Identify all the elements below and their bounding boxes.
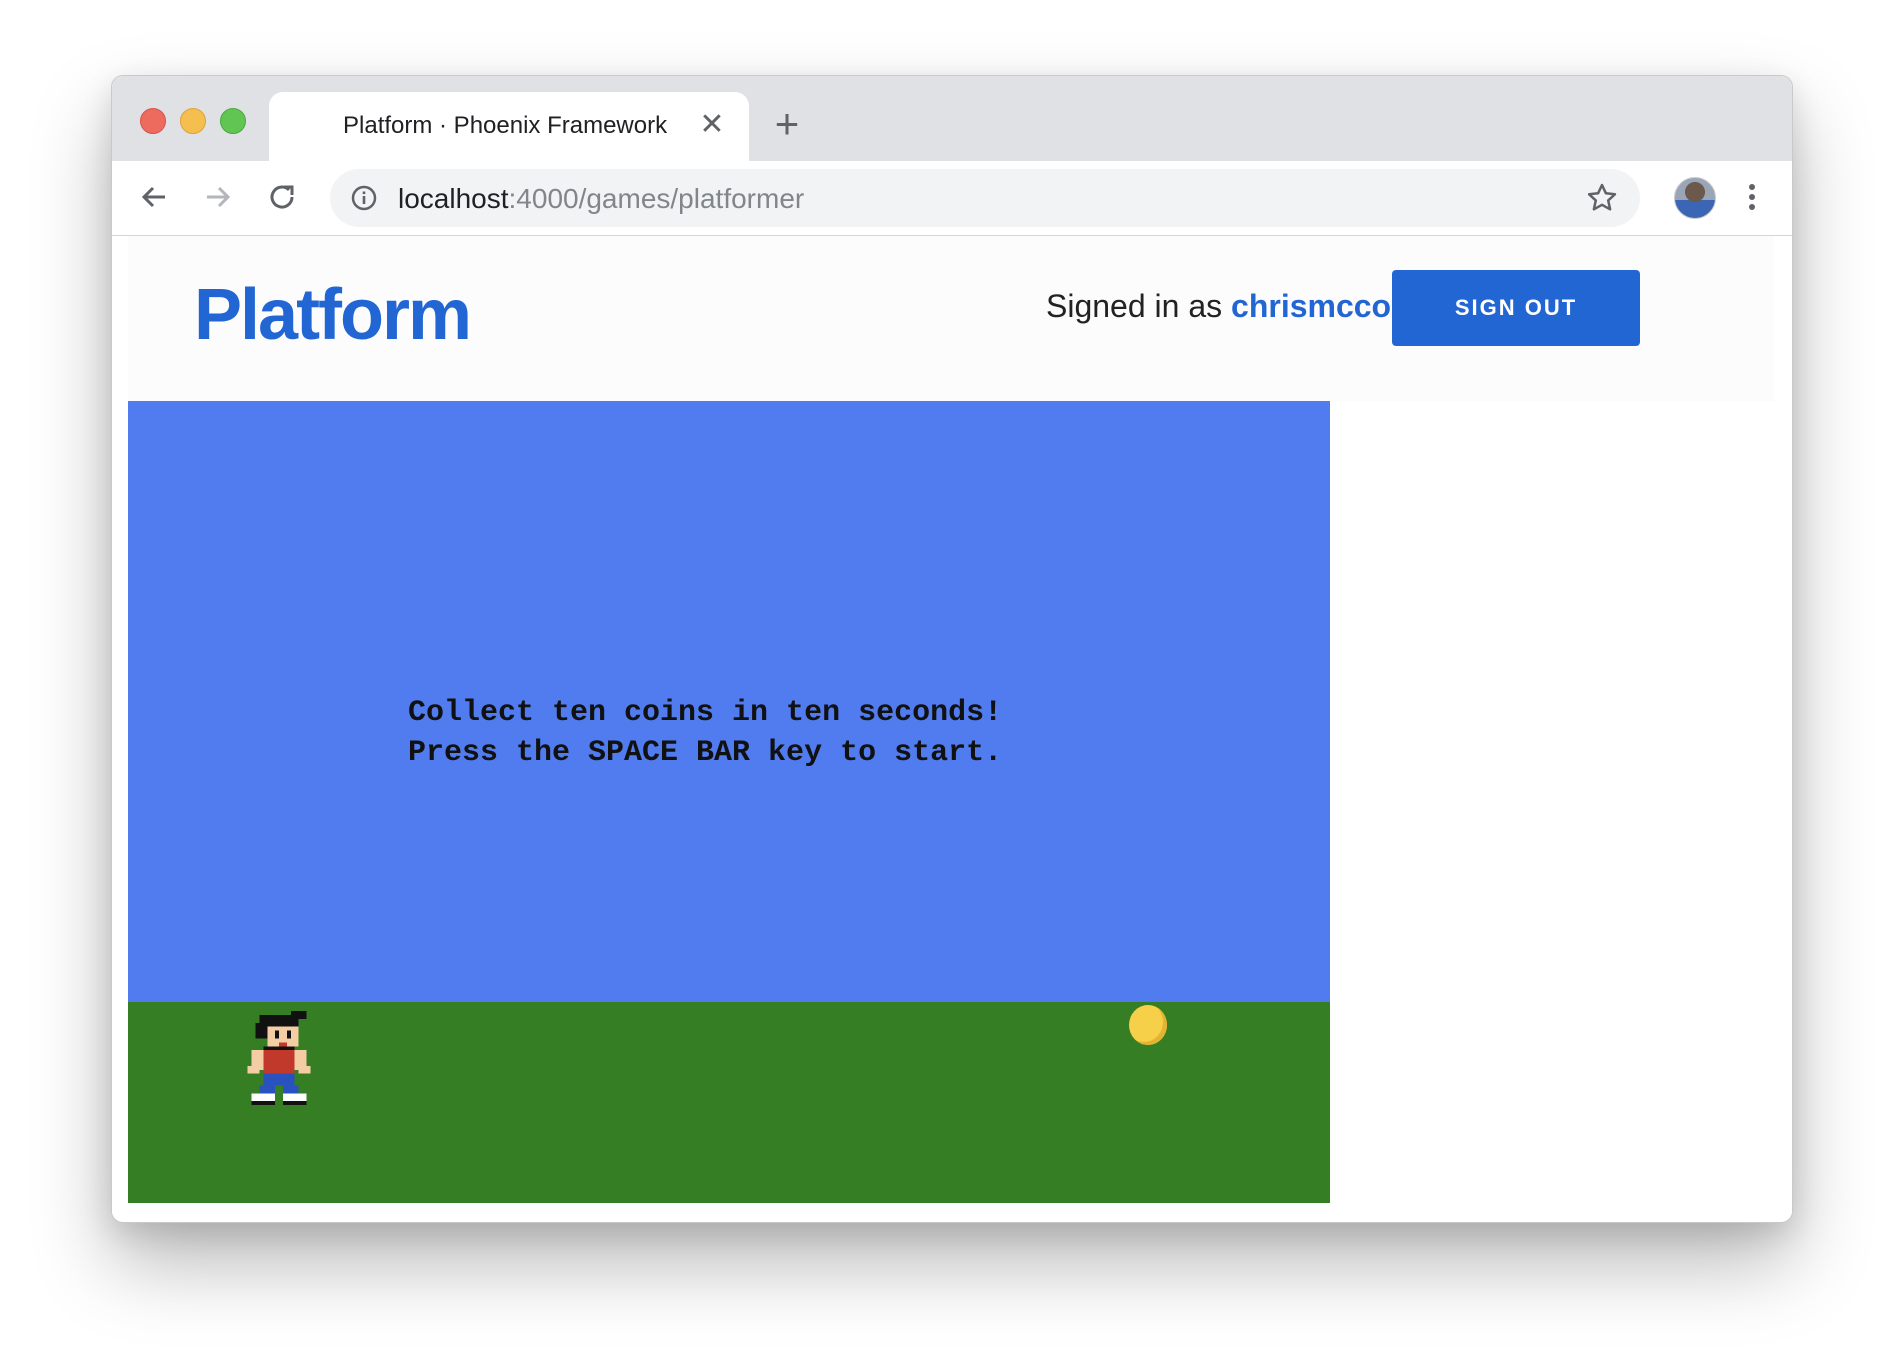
message-line-1: Collect ten coins in ten seconds!	[408, 696, 1003, 730]
url-text: localhost:4000/games/platformer	[398, 183, 804, 215]
plus-icon[interactable]: +	[767, 103, 807, 145]
page-viewport: Platform Signed in as chrismccord SIGN O…	[112, 236, 1792, 1222]
menu-dots-icon[interactable]	[1742, 177, 1762, 217]
browser-window: Platform · Phoenix Framework ✕ + localho…	[111, 75, 1793, 1223]
game-message: Collect ten coins in ten seconds! Press …	[408, 693, 1002, 773]
tab-active[interactable]: Platform · Phoenix Framework ✕	[269, 92, 749, 161]
sign-out-button[interactable]: SIGN OUT	[1392, 270, 1640, 346]
player-sprite	[247, 1011, 311, 1105]
brand-logo[interactable]: Platform	[194, 274, 472, 356]
signed-in-prefix: Signed in as	[1046, 288, 1232, 324]
close-icon[interactable]: ✕	[695, 108, 729, 142]
game-canvas[interactable]: Collect ten coins in ten seconds! Press …	[128, 401, 1330, 1203]
message-line-2: Press the SPACE BAR key to start.	[408, 736, 1003, 770]
forward-arrow-icon[interactable]	[198, 177, 238, 217]
maximize-window-button[interactable]	[220, 108, 246, 134]
back-arrow-icon[interactable]	[134, 177, 174, 217]
address-bar[interactable]: localhost:4000/games/platformer	[330, 169, 1640, 227]
profile-avatar[interactable]	[1674, 177, 1716, 219]
info-icon[interactable]	[350, 184, 378, 212]
reload-icon[interactable]	[262, 177, 302, 217]
url-path: :4000/games/platformer	[508, 183, 805, 214]
url-host: localhost	[398, 183, 509, 214]
tab-title: Platform · Phoenix Framework	[343, 112, 668, 139]
tab-strip: Platform · Phoenix Framework ✕ +	[112, 76, 1792, 161]
coin-sprite	[1129, 1005, 1167, 1045]
minimize-window-button[interactable]	[180, 108, 206, 134]
star-icon[interactable]	[1586, 182, 1618, 214]
signed-in-text: Signed in as chrismccord	[1046, 288, 1423, 325]
browser-toolbar: localhost:4000/games/platformer	[112, 161, 1792, 236]
site-header: Platform Signed in as chrismccord SIGN O…	[128, 236, 1774, 401]
close-window-button[interactable]	[140, 108, 166, 134]
